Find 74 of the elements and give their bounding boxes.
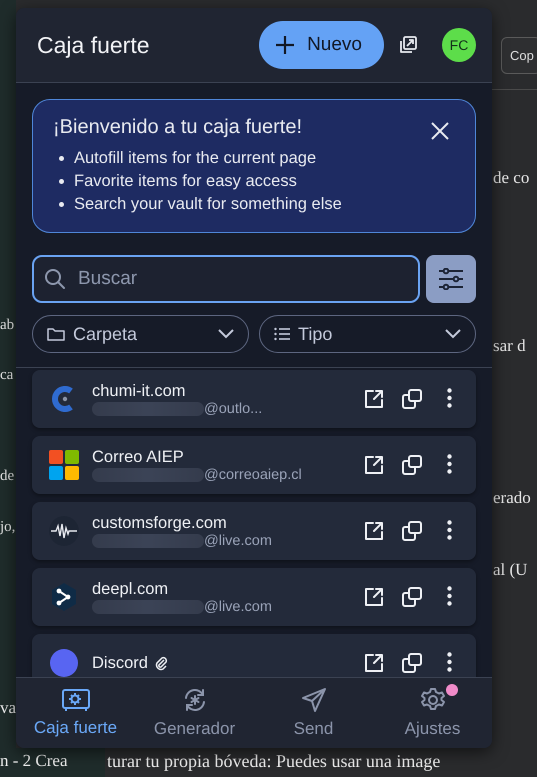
copy-icon (401, 454, 423, 476)
chevron-down-icon (218, 329, 234, 339)
bullet-text: Autofill items for the current page (74, 149, 316, 168)
vault-item[interactable]: Correo AIEP @correoaiep.cl (32, 436, 476, 494)
filter-button[interactable] (426, 255, 476, 303)
waveform-icon (48, 515, 80, 547)
nav-tab[interactable]: Ajustes (373, 678, 492, 748)
tiles-logo-icon (48, 449, 80, 481)
background-text: erado (493, 488, 532, 508)
filter-dropdown[interactable]: Tipo (259, 315, 476, 353)
background-text: turar tu propia bóveda: Puedes usar una image (106, 750, 442, 773)
item-name: Correo AIEP (92, 448, 184, 466)
vault-icon (60, 688, 90, 712)
bullet-text: Favorite items for easy access (74, 172, 297, 191)
background-text: ab (0, 317, 16, 334)
folder-icon (47, 326, 65, 342)
launch-icon (363, 520, 385, 542)
background-text: sar d (493, 336, 527, 356)
background-text: al (U (493, 560, 528, 580)
pop-out-icon (398, 35, 418, 55)
new-button[interactable]: Nuevo (259, 21, 384, 69)
copy-icon (401, 520, 423, 542)
background-text: n - 2 Crea (0, 751, 68, 770)
item-username: @live.com (204, 532, 272, 548)
bullet-icon (59, 156, 64, 161)
sliders-icon (438, 268, 464, 290)
copy-icon (401, 388, 423, 410)
chevron-down-icon (445, 329, 461, 339)
paper-plane-icon (300, 687, 326, 713)
plus-icon (275, 35, 296, 55)
vault-item[interactable]: customsforge.com @live.com (32, 502, 476, 560)
vault-item[interactable]: deepl.com @live.com (32, 568, 476, 626)
bullet-icon (59, 202, 64, 207)
item-username: @correoaiep.cl (204, 466, 302, 482)
banner-title: ¡Bienvenido a tu caja fuerte! (53, 116, 304, 139)
background-text: va (0, 698, 16, 718)
user-avatar[interactable]: FC (442, 28, 476, 62)
background-text: de (0, 468, 16, 485)
nav-tab[interactable]: Send (254, 678, 373, 748)
launch-icon (363, 388, 385, 410)
item-name: deepl.com (92, 580, 168, 598)
nav-tab[interactable]: Generador (135, 678, 254, 748)
background-text: ca (0, 367, 14, 384)
kebab-menu-icon (447, 652, 452, 672)
vault-item[interactable]: Discord (32, 634, 476, 677)
background-text: de co (493, 168, 530, 188)
item-name: Discord (92, 654, 148, 672)
launch-icon (363, 454, 385, 476)
filter-dropdown[interactable]: Carpeta (32, 315, 249, 353)
search-field[interactable]: Buscar (32, 255, 420, 303)
kebab-menu-icon (447, 454, 452, 474)
copy-button[interactable]: Cop (501, 37, 537, 74)
search-input[interactable]: Buscar (76, 267, 408, 291)
popup-title: Caja fuerte (37, 32, 151, 58)
copy-icon (401, 652, 423, 674)
launch-icon (363, 586, 385, 608)
vault-item[interactable]: chumi-it.com @outlo... (32, 370, 476, 428)
search-icon (44, 268, 66, 290)
bullet-icon (59, 179, 64, 184)
item-name: chumi-it.com (92, 382, 186, 400)
copy-icon (401, 586, 423, 608)
launch-icon (363, 652, 385, 674)
kebab-menu-icon (447, 520, 452, 540)
circle-logo-icon (48, 647, 80, 677)
nav-tab[interactable]: Caja fuerte (16, 678, 135, 748)
item-username: @live.com (204, 598, 272, 614)
kebab-menu-icon (447, 586, 452, 606)
settings-icon (420, 687, 446, 713)
close-icon (429, 120, 451, 142)
item-username: @outlo... (204, 400, 262, 416)
list-icon (274, 327, 290, 341)
kebab-menu-icon (447, 388, 452, 408)
bullet-text: Search your vault for something else (74, 195, 342, 214)
item-name: customsforge.com (92, 514, 227, 532)
